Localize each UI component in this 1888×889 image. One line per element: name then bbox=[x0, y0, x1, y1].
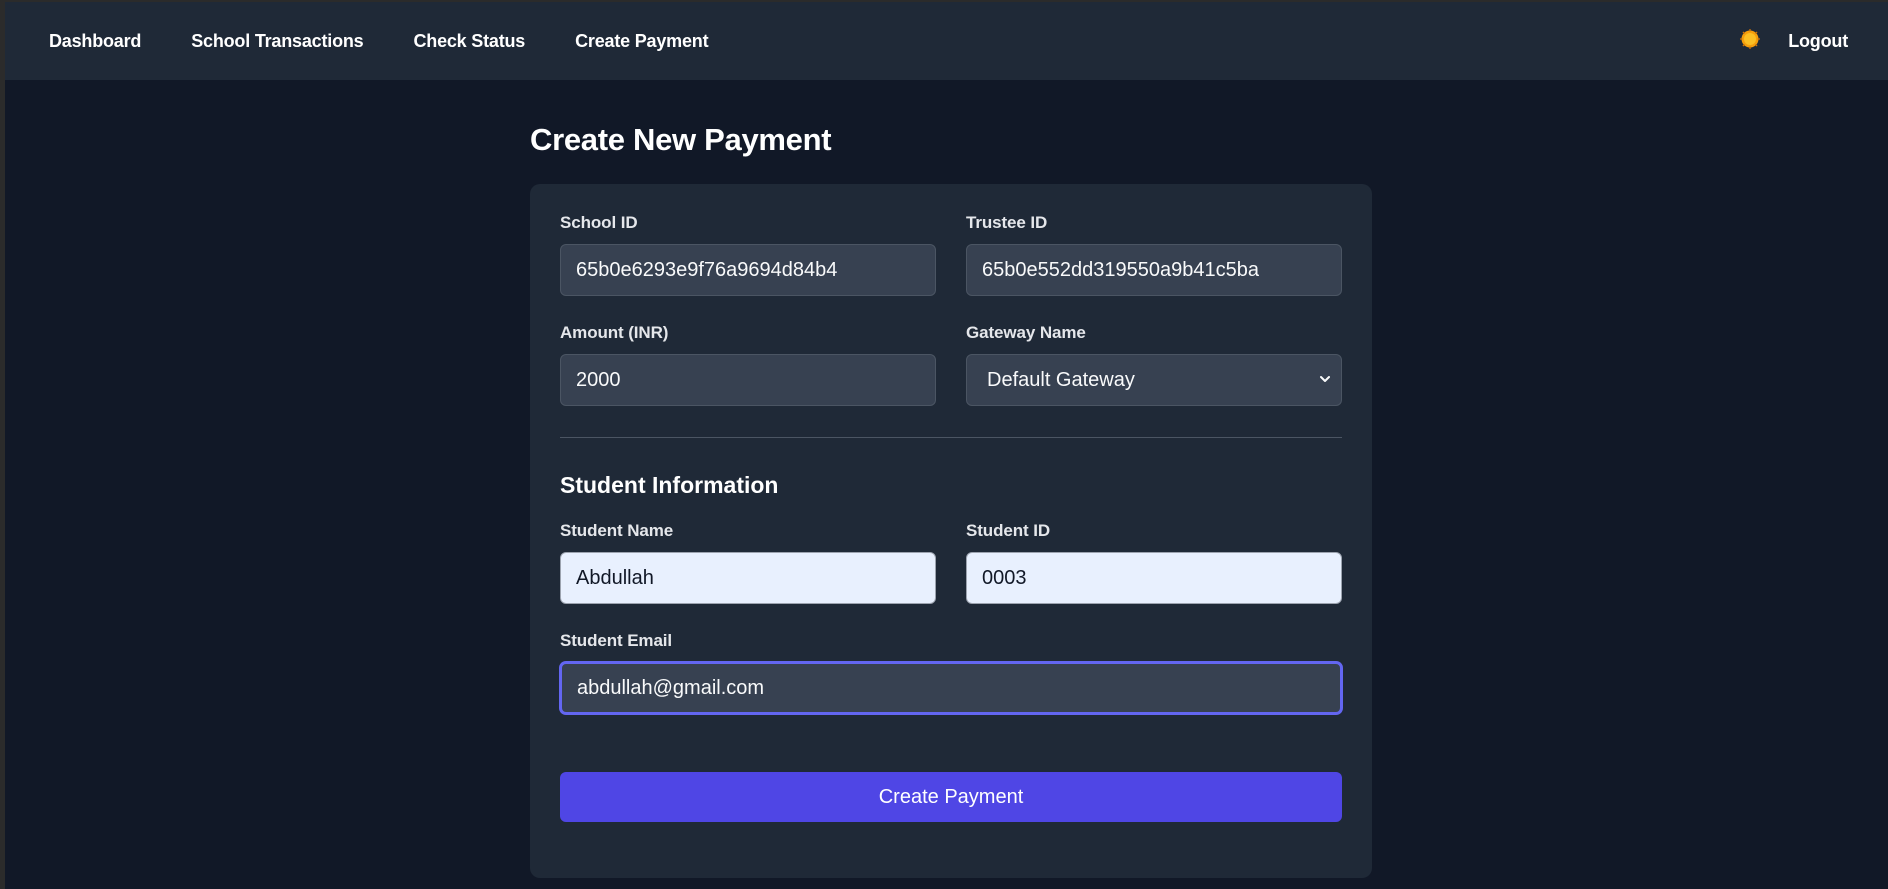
trustee-id-label: Trustee ID bbox=[966, 213, 1048, 232]
student-id-label: Student ID bbox=[966, 521, 1050, 540]
form-row-student: Student Name Student ID bbox=[560, 521, 1342, 604]
payment-form: School ID Trustee ID Amount (INR) Gatewa… bbox=[530, 184, 1372, 878]
student-email-field: Student Email bbox=[560, 631, 1342, 714]
student-section: Student Name Student ID Student Email bbox=[560, 521, 1342, 714]
nav-links: Dashboard School Transactions Check Stat… bbox=[49, 31, 709, 52]
amount-input[interactable] bbox=[560, 354, 936, 406]
window-frame-left bbox=[0, 0, 5, 889]
nav-link-check-status[interactable]: Check Status bbox=[413, 31, 525, 52]
school-id-input[interactable] bbox=[560, 244, 936, 296]
student-name-input[interactable] bbox=[560, 552, 936, 604]
student-email-label: Student Email bbox=[560, 631, 673, 650]
page-title: Create New Payment bbox=[530, 122, 832, 157]
sun-icon[interactable] bbox=[1738, 27, 1762, 51]
school-id-label: School ID bbox=[560, 213, 638, 232]
student-section-title: Student Information bbox=[560, 472, 779, 498]
logout-link[interactable]: Logout bbox=[1788, 31, 1848, 52]
gateway-select[interactable]: Default Gateway bbox=[966, 354, 1342, 406]
nav-link-create-payment[interactable]: Create Payment bbox=[575, 31, 708, 52]
student-id-field: Student ID bbox=[966, 521, 1342, 604]
gateway-field: Gateway Name Default Gateway bbox=[966, 323, 1342, 406]
form-row-ids: School ID Trustee ID bbox=[560, 213, 1342, 296]
nav-link-school-transactions[interactable]: School Transactions bbox=[191, 31, 363, 52]
top-navbar: Dashboard School Transactions Check Stat… bbox=[5, 2, 1888, 80]
student-email-input[interactable] bbox=[560, 662, 1342, 714]
form-row-payment: Amount (INR) Gateway Name Default Gatewa… bbox=[560, 323, 1342, 406]
student-name-field: Student Name bbox=[560, 521, 936, 604]
section-divider bbox=[560, 437, 1342, 438]
amount-field: Amount (INR) bbox=[560, 323, 936, 406]
school-id-field: School ID bbox=[560, 213, 936, 296]
create-payment-button[interactable]: Create Payment bbox=[560, 772, 1342, 822]
nav-actions: Logout bbox=[1738, 29, 1848, 52]
student-name-label: Student Name bbox=[560, 521, 674, 540]
trustee-id-field: Trustee ID bbox=[966, 213, 1342, 296]
nav-link-dashboard[interactable]: Dashboard bbox=[49, 31, 141, 52]
form-row-email: Student Email bbox=[560, 631, 1342, 714]
gateway-select-wrap: Default Gateway bbox=[966, 354, 1342, 406]
amount-label: Amount (INR) bbox=[560, 323, 669, 342]
student-id-input[interactable] bbox=[966, 552, 1342, 604]
gateway-label: Gateway Name bbox=[966, 323, 1086, 342]
trustee-id-input[interactable] bbox=[966, 244, 1342, 296]
main-content: Create New Payment School ID Trustee ID … bbox=[530, 122, 1372, 878]
